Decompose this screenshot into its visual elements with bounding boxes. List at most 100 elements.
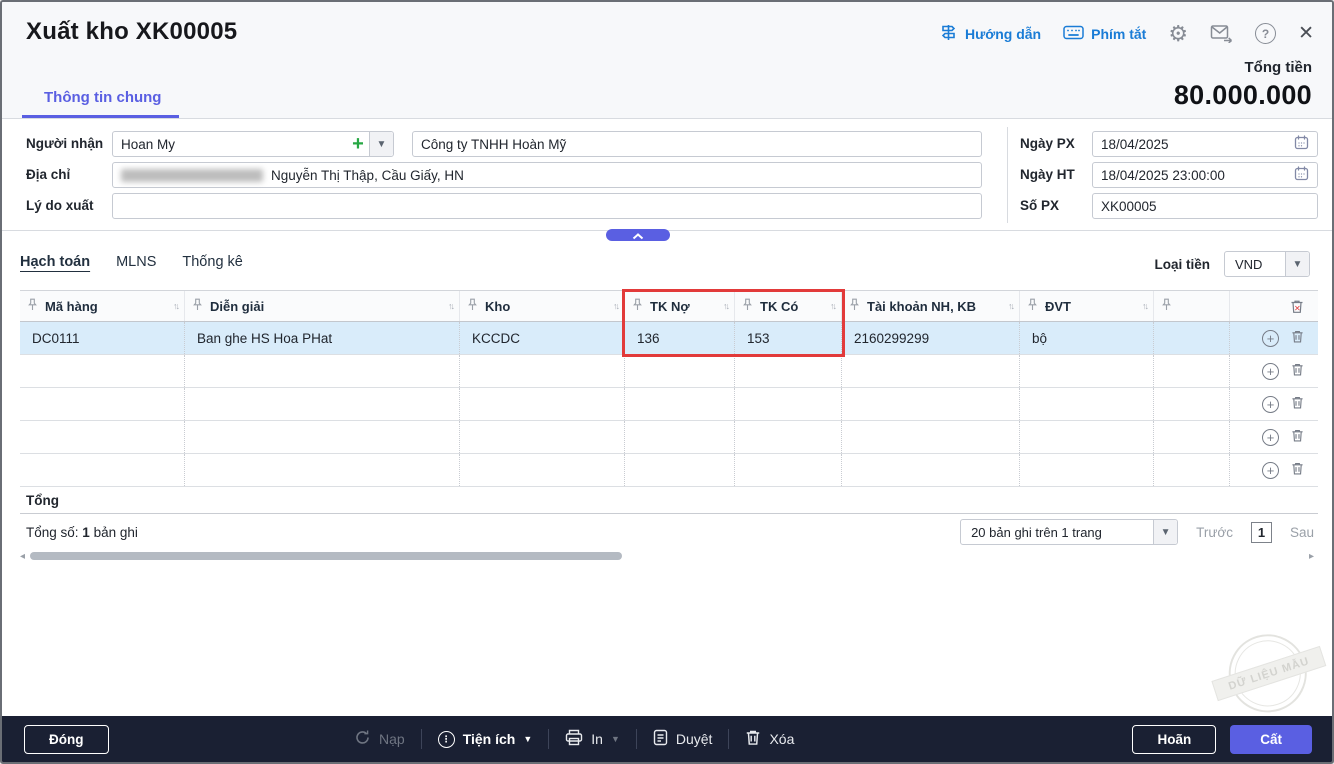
scroll-left-arrow[interactable]: ◂ (20, 551, 30, 562)
cell-kho[interactable]: KCCDC (460, 322, 625, 354)
grid-header-row: Mã hàng↑↓ Diễn giải↑↓ Kho↑↓ TK Nợ↑↓ TK C… (20, 291, 1318, 322)
reason-input[interactable] (112, 193, 982, 219)
prev-page-button[interactable]: Trước (1196, 525, 1233, 540)
tab-thong-ke[interactable]: Thống kê (182, 254, 242, 270)
chevron-down-icon[interactable]: ▼ (611, 734, 620, 744)
pin-icon[interactable] (633, 298, 642, 314)
sort-icon[interactable]: ↑↓ (830, 301, 835, 311)
help-icon[interactable]: ? (1255, 23, 1276, 44)
add-row-icon[interactable]: + (1262, 396, 1279, 413)
column-header-empty[interactable] (1154, 291, 1230, 321)
calendar-icon[interactable] (1294, 166, 1309, 184)
recipient-input[interactable] (113, 132, 347, 156)
delete-row-icon[interactable] (1291, 329, 1304, 347)
table-row-empty[interactable]: + (20, 388, 1318, 421)
grid-total-row: Tổng (20, 487, 1318, 514)
chevron-down-icon[interactable]: ▼ (1285, 252, 1309, 276)
close-icon[interactable]: ✕ (1298, 22, 1314, 45)
tab-general-info[interactable]: Thông tin chung (22, 89, 179, 118)
header-actions: Hướng dẫn Phím tắt ⚙ ? (939, 22, 1314, 45)
document-icon (653, 729, 668, 749)
add-row-icon[interactable]: + (1262, 429, 1279, 446)
reload-button[interactable]: Nạp (354, 729, 405, 749)
shortcuts-link[interactable]: Phím tắt (1063, 25, 1146, 43)
currency-select[interactable]: VND ▼ (1224, 251, 1310, 277)
date-ht-label: Ngày HT (1020, 167, 1075, 182)
scroll-right-arrow[interactable]: ▸ (1304, 551, 1314, 562)
recipient-dropdown-arrow[interactable]: ▼ (369, 132, 393, 156)
delete-row-icon[interactable] (1291, 395, 1304, 413)
cell-tai-khoan[interactable]: 2160299299 (842, 322, 1020, 354)
table-row-empty[interactable]: + (20, 454, 1318, 487)
next-page-button[interactable]: Sau (1290, 525, 1314, 540)
sort-icon[interactable]: ↑↓ (1008, 301, 1013, 311)
delete-all-icon[interactable]: ✕ (1290, 299, 1304, 314)
table-row[interactable]: DC0111 Ban ghe HS Hoa PHat KCCDC 136 153… (20, 322, 1318, 355)
tab-mlns[interactable]: MLNS (116, 254, 156, 270)
sort-icon[interactable]: ↑↓ (613, 301, 618, 311)
delete-row-icon[interactable] (1291, 362, 1304, 380)
table-row-empty[interactable]: + (20, 421, 1318, 454)
recipient-company-input[interactable] (412, 131, 982, 157)
keyboard-icon (1063, 25, 1084, 43)
doc-no-input[interactable] (1092, 193, 1318, 219)
cell-dvt[interactable]: bộ (1020, 322, 1154, 354)
form-divider (1007, 127, 1008, 223)
cell-tk-no[interactable]: 136 (625, 322, 735, 354)
table-row-empty[interactable]: + (20, 355, 1318, 388)
delete-button[interactable]: Xóa (745, 729, 794, 749)
calendar-icon[interactable] (1294, 135, 1309, 153)
add-row-icon[interactable]: + (1262, 330, 1279, 347)
column-header-dvt[interactable]: ĐVT↑↓ (1020, 291, 1154, 321)
column-header-tai-khoan[interactable]: Tài khoản NH, KB↑↓ (842, 291, 1020, 321)
sort-icon[interactable]: ↑↓ (1142, 301, 1147, 311)
cell-dien-giai[interactable]: Ban ghe HS Hoa PHat (185, 322, 460, 354)
column-header-tk-no[interactable]: TK Nợ↑↓ (625, 291, 735, 321)
close-button[interactable]: Đóng (24, 725, 109, 754)
column-header-dien-giai[interactable]: Diễn giải↑↓ (185, 291, 460, 321)
postpone-button[interactable]: Hoãn (1132, 725, 1216, 754)
action-bar: Đóng Nạp ⋮ Tiện ích ▼ (2, 716, 1332, 762)
add-row-icon[interactable]: + (1262, 462, 1279, 479)
date-ht-input[interactable]: 18/04/2025 23:00:00 (1092, 162, 1318, 188)
column-header-ma-hang[interactable]: Mã hàng↑↓ (20, 291, 185, 321)
column-header-kho[interactable]: Kho↑↓ (460, 291, 625, 321)
guide-link[interactable]: Hướng dẫn (939, 23, 1041, 45)
save-button[interactable]: Cất (1230, 725, 1312, 754)
settings-gear-icon[interactable]: ⚙ (1168, 23, 1188, 45)
pin-icon[interactable] (850, 298, 859, 314)
recipient-combobox[interactable]: + ▼ (112, 131, 394, 157)
pin-icon[interactable] (28, 298, 37, 314)
approve-button[interactable]: Duyệt (653, 729, 713, 749)
tab-hach-toan[interactable]: Hạch toán (20, 254, 90, 270)
collapse-form-button[interactable] (606, 229, 670, 241)
address-visible-text: Nguyễn Thị Thập, Cầu Giấy, HN (271, 168, 464, 183)
sort-icon[interactable]: ↑↓ (173, 301, 178, 311)
delete-row-icon[interactable] (1291, 428, 1304, 446)
delete-row-icon[interactable] (1291, 461, 1304, 479)
scrollbar-track[interactable] (30, 552, 1304, 560)
send-feedback-icon[interactable] (1210, 24, 1233, 43)
record-count: Tổng số: 1 bản ghi (20, 525, 138, 540)
chevron-down-icon[interactable]: ▼ (1153, 520, 1177, 544)
utilities-button[interactable]: ⋮ Tiện ích ▼ (438, 731, 533, 748)
address-input[interactable]: Nguyễn Thị Thập, Cầu Giấy, HN (112, 162, 982, 188)
add-row-icon[interactable]: + (1262, 363, 1279, 380)
pin-icon[interactable] (1162, 298, 1171, 314)
per-page-select[interactable]: 20 bản ghi trên 1 trang ▼ (960, 519, 1178, 545)
cell-tk-co[interactable]: 153 (735, 322, 842, 354)
add-recipient-icon[interactable]: + (347, 132, 369, 156)
column-header-tk-co[interactable]: TK Có↑↓ (735, 291, 842, 321)
horizontal-scrollbar[interactable]: ◂ ▸ (20, 551, 1314, 561)
scrollbar-thumb[interactable] (30, 552, 622, 560)
pin-icon[interactable] (193, 298, 202, 314)
print-button[interactable]: In ▼ (565, 729, 620, 749)
pin-icon[interactable] (743, 298, 752, 314)
pin-icon[interactable] (468, 298, 477, 314)
sort-icon[interactable]: ↑↓ (448, 301, 453, 311)
pin-icon[interactable] (1028, 298, 1037, 314)
current-page[interactable]: 1 (1251, 522, 1272, 543)
sort-icon[interactable]: ↑↓ (723, 301, 728, 311)
cell-ma-hang[interactable]: DC0111 (20, 322, 185, 354)
date-px-input[interactable]: 18/04/2025 (1092, 131, 1318, 157)
